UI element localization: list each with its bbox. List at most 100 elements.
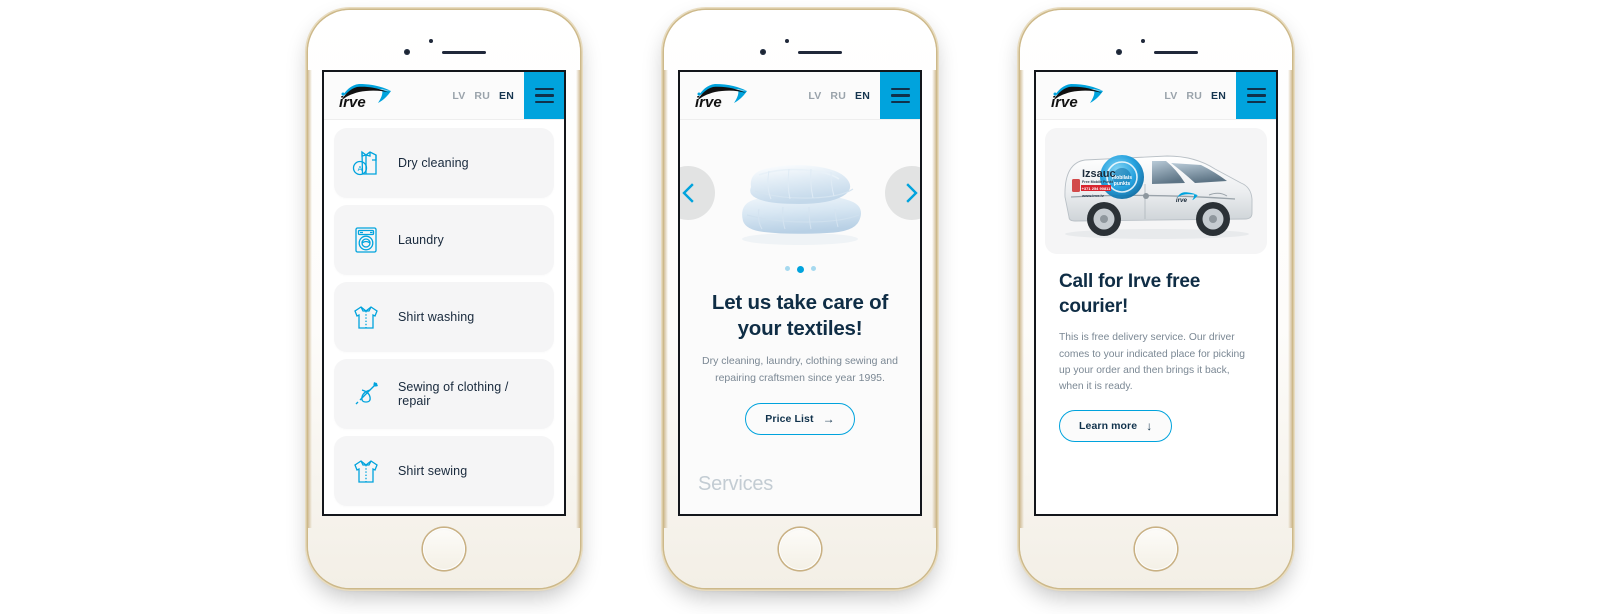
device-top-hardware <box>308 39 580 62</box>
device-screen-2: irve LV RU EN Let us take care of your t… <box>678 70 922 516</box>
shirt-icon <box>348 453 384 489</box>
phone-device-3: irve LV RU EN Mobilais punkts Izsauc Fre… <box>1020 10 1292 592</box>
earpiece-speaker-icon <box>442 51 486 54</box>
burger-line <box>1246 87 1266 91</box>
svg-text:A: A <box>358 166 363 173</box>
carousel-slide <box>680 138 920 260</box>
svg-text:+371 254 90811: +371 254 90811 <box>1082 186 1112 191</box>
hamburger-menu-icon[interactable] <box>880 72 920 119</box>
earpiece-speaker-icon <box>798 51 842 54</box>
dry-cleaning-icon: A <box>348 145 384 181</box>
svg-text:Free Mobile Punkt: Free Mobile Punkt <box>1082 180 1114 184</box>
lang-en[interactable]: EN <box>855 90 870 102</box>
language-switcher-3[interactable]: LV RU EN <box>1164 90 1236 102</box>
service-card-dry-cleaning[interactable]: A Dry cleaning <box>334 128 554 198</box>
lang-ru[interactable]: RU <box>474 90 490 102</box>
svg-text:Izsauc: Izsauc <box>1082 168 1116 180</box>
shirt-icon <box>348 299 384 335</box>
hero-title: Let us take care of your textiles! <box>711 291 889 341</box>
proximity-sensor-icon <box>1141 39 1145 43</box>
proximity-sensor-icon <box>785 39 789 43</box>
burger-line <box>534 87 554 91</box>
burger-line <box>890 100 910 104</box>
price-list-label: Price List <box>765 413 814 426</box>
van-image-card: Mobilais punkts Izsauc Free Mobile Punkt… <box>1045 128 1267 254</box>
service-card-shirt-washing[interactable]: Shirt washing <box>334 282 554 352</box>
front-camera-icon <box>760 49 766 55</box>
service-label: Shirt washing <box>398 310 475 324</box>
svg-text:www.irve.lv: www.irve.lv <box>1081 193 1105 198</box>
lang-en[interactable]: EN <box>1211 90 1226 102</box>
needle-thread-icon <box>348 376 384 412</box>
service-label: Laundry <box>398 233 444 247</box>
irve-logo-icon[interactable]: irve <box>693 81 755 111</box>
carousel-next-arrow-icon[interactable] <box>885 166 920 220</box>
lang-ru[interactable]: RU <box>1186 90 1202 102</box>
arrow-down-icon: ↓ <box>1146 419 1153 434</box>
site-header-1: irve LV RU EN <box>324 72 564 120</box>
pillows-image <box>725 151 875 247</box>
front-camera-icon <box>404 49 410 55</box>
lang-lv[interactable]: LV <box>808 90 821 102</box>
burger-line <box>1246 94 1266 97</box>
hamburger-menu-icon[interactable] <box>524 72 564 119</box>
carousel-dot-3[interactable] <box>810 266 816 271</box>
hero-subtitle: Dry cleaning, laundry, clothing sewing a… <box>702 355 898 385</box>
proximity-sensor-icon <box>429 39 433 43</box>
learn-more-button[interactable]: Learn more ↓ <box>1059 410 1173 443</box>
service-label: Dry cleaning <box>398 156 469 170</box>
device-screen-3: irve LV RU EN Mobilais punkts Izsauc Fre… <box>1034 70 1278 516</box>
burger-line <box>890 94 910 97</box>
burger-line <box>534 100 554 104</box>
home-button[interactable] <box>779 528 821 570</box>
front-camera-icon <box>1116 49 1122 55</box>
svg-text:irve: irve <box>695 94 722 111</box>
svg-text:irve: irve <box>339 94 366 111</box>
courier-body-text: This is free delivery service. Our drive… <box>1059 332 1246 393</box>
hamburger-menu-icon[interactable] <box>1236 72 1276 119</box>
earpiece-speaker-icon <box>1154 51 1198 54</box>
home-button[interactable] <box>423 528 465 570</box>
learn-more-label: Learn more <box>1079 420 1138 433</box>
device-top-hardware <box>1020 39 1292 62</box>
svg-text:punkts: punkts <box>1114 181 1131 187</box>
washing-machine-icon <box>348 222 384 258</box>
device-top-hardware <box>664 39 936 62</box>
phone-device-2: irve LV RU EN Let us take care of your t… <box>664 10 936 592</box>
svg-text:irve: irve <box>1051 94 1078 111</box>
device-screen-1: irve LV RU EN A Dry cleaning Laundry Shi… <box>322 70 566 516</box>
burger-line <box>534 94 554 97</box>
services-section-heading: Services <box>698 473 774 496</box>
lang-ru[interactable]: RU <box>830 90 846 102</box>
language-switcher-2[interactable]: LV RU EN <box>808 90 880 102</box>
carousel-dot-2-active[interactable] <box>796 266 804 273</box>
site-header-3: irve LV RU EN <box>1036 72 1276 120</box>
burger-line <box>890 87 910 91</box>
carousel-dot-1[interactable] <box>784 266 790 271</box>
courier-title: Call for Irve free courier! <box>1059 271 1201 317</box>
carousel-prev-arrow-icon[interactable] <box>680 166 715 220</box>
irve-logo-icon[interactable]: irve <box>1049 81 1111 111</box>
service-card-shirt-sewing[interactable]: Shirt sewing <box>334 436 554 506</box>
arrow-right-icon: → <box>822 412 835 427</box>
irve-logo-icon[interactable]: irve <box>337 81 399 111</box>
service-label: Sewing of clothing / repair <box>398 380 509 408</box>
phone-device-1: irve LV RU EN A Dry cleaning Laundry Shi… <box>308 10 580 592</box>
service-card-sewing-repair[interactable]: Sewing of clothing / repair <box>334 359 554 429</box>
hero-carousel: Let us take care of your textiles! Dry c… <box>680 120 920 514</box>
lang-lv[interactable]: LV <box>452 90 465 102</box>
lang-en[interactable]: EN <box>499 90 514 102</box>
courier-section: Mobilais punkts Izsauc Free Mobile Punkt… <box>1036 120 1276 514</box>
burger-line <box>1246 100 1266 104</box>
price-list-button[interactable]: Price List → <box>745 403 855 436</box>
delivery-van-image: Mobilais punkts Izsauc Free Mobile Punkt… <box>1064 155 1253 239</box>
phone-mockup-stage: irve LV RU EN A Dry cleaning Laundry Shi… <box>0 0 1600 614</box>
service-card-laundry[interactable]: Laundry <box>334 205 554 275</box>
home-button[interactable] <box>1135 528 1177 570</box>
carousel-pagination-dots[interactable] <box>680 266 920 273</box>
site-header-2: irve LV RU EN <box>680 72 920 120</box>
svg-text:irve: irve <box>1176 197 1188 204</box>
lang-lv[interactable]: LV <box>1164 90 1177 102</box>
language-switcher-1[interactable]: LV RU EN <box>452 90 524 102</box>
services-list: A Dry cleaning Laundry Shirt washing Sew… <box>324 120 564 506</box>
